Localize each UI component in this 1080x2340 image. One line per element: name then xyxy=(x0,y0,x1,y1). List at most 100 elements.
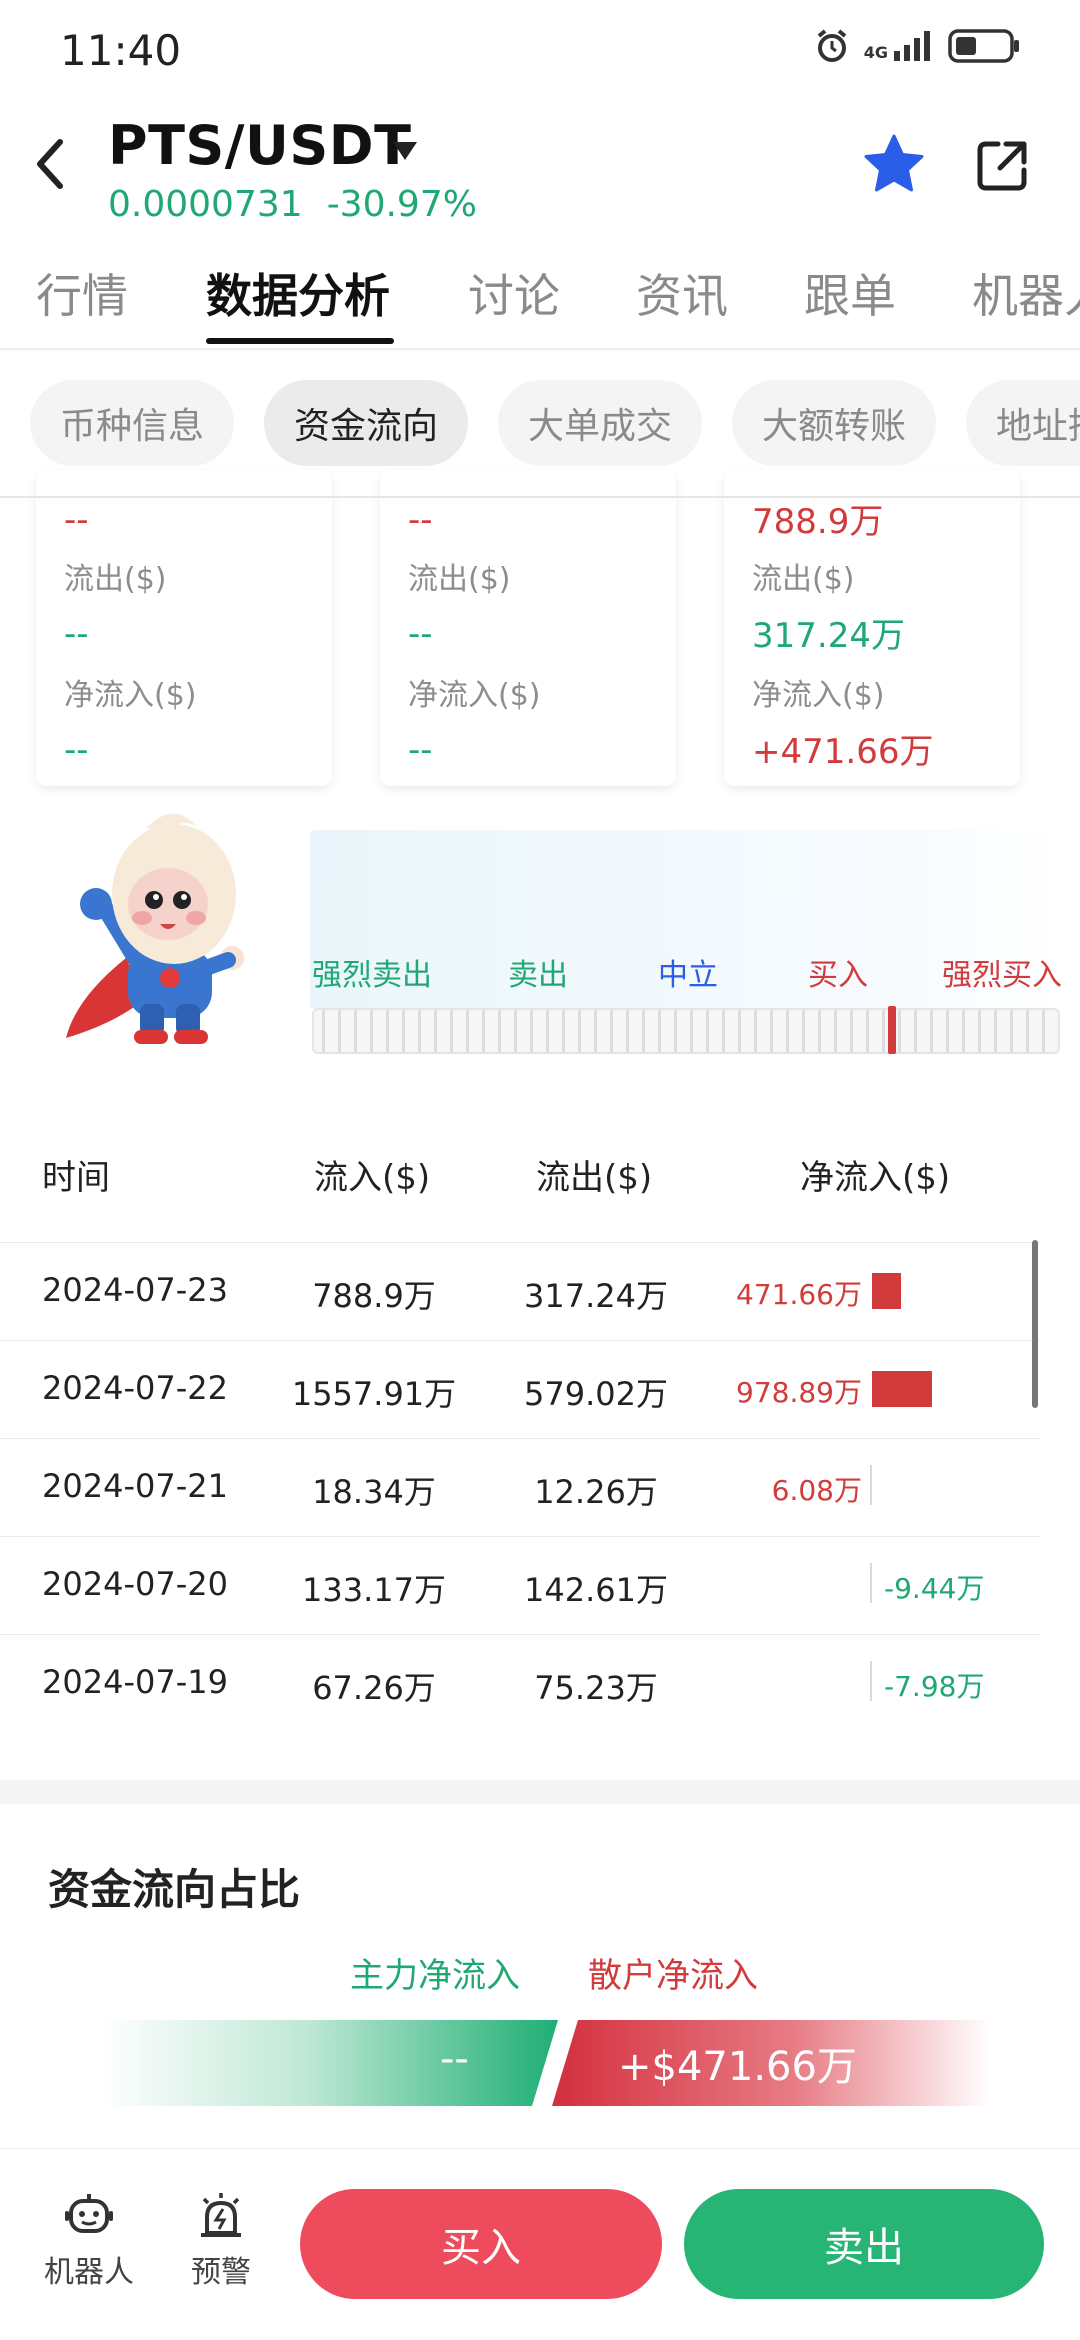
tab-discussion[interactable]: 讨论 xyxy=(468,260,560,326)
sub-tabs-divider xyxy=(0,496,1080,498)
alarm-icon xyxy=(817,29,847,62)
signal-icon xyxy=(894,31,930,61)
stat-outflow-value: -- xyxy=(408,614,433,654)
row-inflow: 1557.91万 xyxy=(291,1375,457,1413)
row-inflow: 18.34万 xyxy=(312,1473,436,1511)
row-outflow: 12.26万 xyxy=(534,1473,658,1511)
robot-label: 机器人 xyxy=(44,2255,134,2290)
col-header-inflow: 流入($) xyxy=(314,1158,431,1198)
sentiment-label-neutral: 中立 xyxy=(658,958,718,993)
sentiment-label-sell: 卖出 xyxy=(508,958,568,993)
battery-icon xyxy=(948,29,1019,63)
tab-data-analysis[interactable]: 数据分析 xyxy=(206,260,390,326)
alert-button[interactable]: 预警 xyxy=(166,2189,276,2291)
tab-news[interactable]: 资讯 xyxy=(636,260,728,326)
table-row: 2024-07-23 788.9万 317.24万 471.66万 xyxy=(0,1242,1040,1340)
stat-net-value: +471.66万 xyxy=(752,732,934,772)
status-bar: 11:40 4G xyxy=(0,0,1080,100)
robot-button[interactable]: 机器人 xyxy=(34,2189,144,2291)
subtab-coin-info[interactable]: 币种信息 xyxy=(30,380,234,466)
stat-inflow-value: 788.9万 xyxy=(752,502,884,542)
stat-net-label: 净流入($) xyxy=(408,678,541,713)
row-net-bar xyxy=(872,1273,901,1309)
stat-outflow-label: 流出($) xyxy=(752,562,855,597)
back-button[interactable] xyxy=(30,134,80,194)
chevron-left-icon xyxy=(37,139,63,189)
stat-inflow-value: -- xyxy=(64,500,89,540)
alert-label: 预警 xyxy=(191,2255,251,2290)
buy-button[interactable]: 买入 xyxy=(300,2189,662,2299)
tab-market[interactable]: 行情 xyxy=(36,260,128,326)
status-time: 11:40 xyxy=(60,26,182,75)
last-price: 0.0000731 xyxy=(108,184,303,225)
price-line: 0.0000731 -30.97% xyxy=(108,184,501,225)
stat-outflow-value: -- xyxy=(64,614,89,654)
sentiment-gauge xyxy=(312,1008,1060,1054)
row-net-value: -9.44万 xyxy=(884,1572,985,1605)
status-icons: 4G xyxy=(814,28,1022,64)
row-date: 2024-07-20 xyxy=(42,1565,228,1603)
flow-table-header: 时间 流入($) 流出($) 净流入($) xyxy=(0,1140,1080,1220)
sentiment-label-buy: 买入 xyxy=(808,958,868,993)
favorite-button[interactable] xyxy=(862,132,926,196)
sell-button[interactable]: 卖出 xyxy=(684,2189,1044,2299)
stat-card: -- 流出($) -- 净流入($) -- xyxy=(36,470,332,786)
stat-net-value: -- xyxy=(408,730,433,770)
ratio-section-title: 资金流向占比 xyxy=(48,1865,301,1914)
row-inflow: 788.9万 xyxy=(312,1277,436,1315)
row-net-value: 978.89万 xyxy=(736,1376,862,1409)
stat-outflow-label: 流出($) xyxy=(408,562,511,597)
subtab-large-transfers[interactable]: 大额转账 xyxy=(732,380,936,466)
share-button[interactable] xyxy=(972,136,1032,196)
stat-card: 788.9万 流出($) 317.24万 净流入($) +471.66万 xyxy=(724,470,1020,786)
row-outflow: 317.24万 xyxy=(524,1277,668,1315)
subtab-large-trades[interactable]: 大单成交 xyxy=(498,380,702,466)
ratio-legend-retail: 散户净流入 xyxy=(588,1956,758,1996)
mascot-image xyxy=(56,808,276,1058)
row-net-value: -7.98万 xyxy=(884,1670,985,1703)
ratio-bar-main xyxy=(100,2020,558,2106)
col-header-time: 时间 xyxy=(42,1158,110,1198)
col-header-outflow: 流出($) xyxy=(536,1158,653,1198)
active-tab-indicator xyxy=(206,338,394,344)
ratio-bars: -- +$471.66万 xyxy=(100,2020,990,2106)
robot-icon xyxy=(65,2194,113,2233)
pair-dropdown[interactable] xyxy=(390,136,420,166)
stat-card: -- 流出($) -- 净流入($) -- xyxy=(380,470,676,786)
tab-copy-trading[interactable]: 跟单 xyxy=(804,260,896,326)
row-date: 2024-07-22 xyxy=(42,1369,228,1407)
row-date: 2024-07-19 xyxy=(42,1663,228,1701)
ratio-main-value: -- xyxy=(440,2036,469,2082)
stat-net-label: 净流入($) xyxy=(64,678,197,713)
row-net-value: 471.66万 xyxy=(736,1278,862,1311)
stat-inflow-value: -- xyxy=(408,500,433,540)
table-row: 2024-07-20 133.17万 142.61万 -9.44万 xyxy=(0,1536,1040,1634)
ratio-retail-value: +$471.66万 xyxy=(618,2044,857,2090)
row-date: 2024-07-23 xyxy=(42,1271,228,1309)
table-scrollbar[interactable] xyxy=(1032,1240,1038,1408)
caret-down-icon xyxy=(393,142,417,160)
price-change: -30.97% xyxy=(326,184,477,225)
stat-outflow-value: 317.24万 xyxy=(752,616,905,656)
subtab-address-holdings[interactable]: 地址持 xyxy=(966,380,1080,466)
row-outflow: 142.61万 xyxy=(524,1571,668,1609)
bottom-action-bar: 机器人 预警 买入 卖出 xyxy=(0,2148,1080,2340)
sentiment-label-strong-sell: 强烈卖出 xyxy=(312,958,432,993)
table-row: 2024-07-19 67.26万 75.23万 -7.98万 xyxy=(0,1634,1040,1732)
stat-outflow-label: 流出($) xyxy=(64,562,167,597)
network-indicator: 4G xyxy=(864,31,934,61)
alarm-bell-icon xyxy=(201,2193,241,2237)
tab-robot[interactable]: 机器人 xyxy=(972,260,1080,326)
sentiment-marker xyxy=(888,1006,896,1054)
row-inflow: 133.17万 xyxy=(302,1571,446,1609)
ratio-legend-main: 主力净流入 xyxy=(350,1956,520,1996)
sub-tabs: 币种信息 资金流向 大单成交 大额转账 地址持 xyxy=(0,380,1080,470)
row-net-value: 6.08万 xyxy=(771,1474,862,1507)
row-outflow: 75.23万 xyxy=(534,1669,658,1707)
row-date: 2024-07-21 xyxy=(42,1467,228,1505)
sentiment-label-strong-buy: 强烈买入 xyxy=(942,958,1062,993)
stat-net-value: -- xyxy=(64,730,89,770)
row-net-axis xyxy=(870,1465,872,1505)
pair-title[interactable]: PTS/USDT xyxy=(108,114,411,177)
subtab-capital-flow[interactable]: 资金流向 xyxy=(264,380,468,466)
